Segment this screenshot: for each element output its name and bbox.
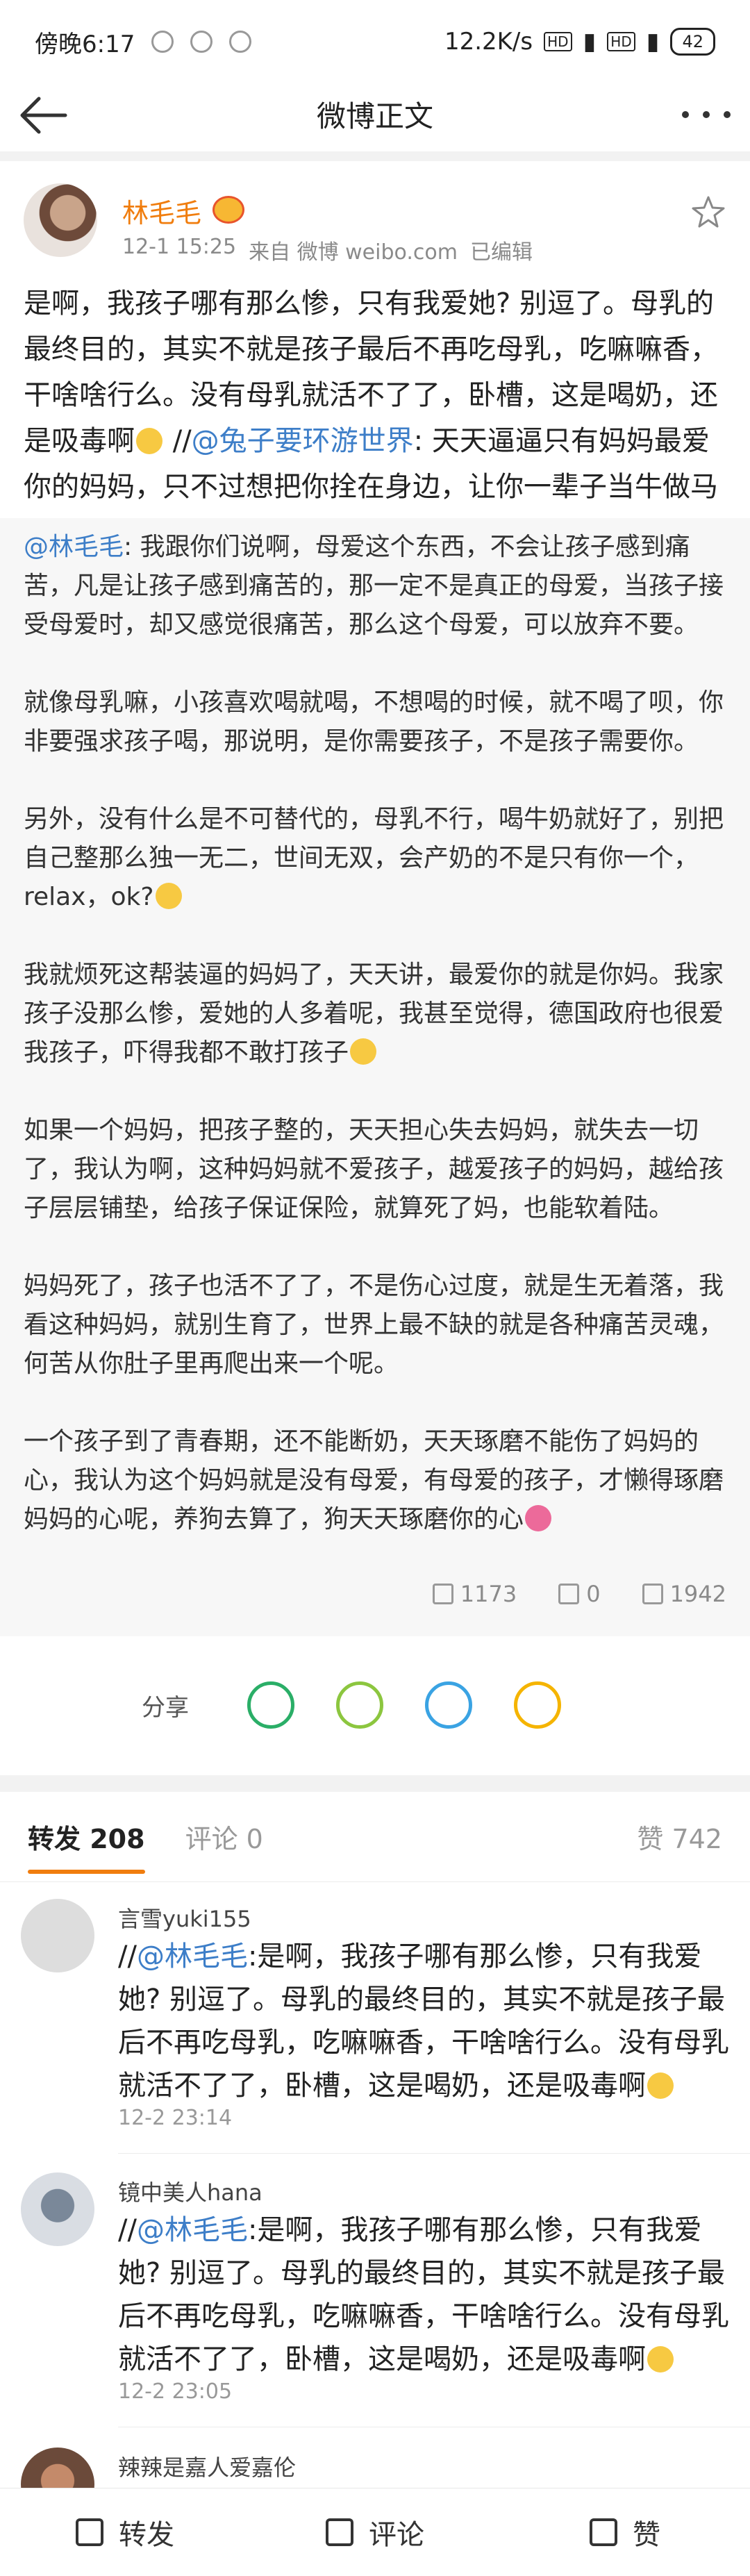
tab-like[interactable]: 赞 742 [637,1818,722,1856]
hd-icon: HD [544,32,572,51]
count-text: 1942 [669,1581,726,1607]
qzone-icon[interactable] [514,1681,561,1729]
quoted-paragraph: : 我跟你们说啊，母爱这个东西，不会让孩子感到痛苦，凡是让孩子感到痛苦的，那一定… [24,533,724,639]
status-time: 傍晚6:17 [35,30,135,58]
quoted-like-count[interactable]: 1942 [642,1581,726,1607]
back-arrow-icon[interactable] [19,96,68,135]
comment-label: 评论 [369,2519,424,2551]
quoted-paragraph: 另外，没有什么是不可替代的，母乳不行，喝牛奶就好了，别把自己整那么独一无二，世间… [24,805,724,911]
user-name[interactable]: 辣辣是嘉人爱嘉伦 [118,2450,296,2482]
emoji-icon [155,883,182,909]
post-source: 来自 微博 weibo.com [249,240,458,265]
quoted-post[interactable]: @林毛毛: 我跟你们说啊，母爱这个东西，不会让孩子感到痛苦，凡是让孩子感到痛苦的… [0,518,750,1636]
section-divider [0,1775,750,1792]
vip-badge-icon [212,196,244,224]
avatar[interactable] [21,1899,94,1972]
author-name[interactable]: 林毛毛 [122,192,201,230]
post-text: 是啊，我孩子哪有那么惨，只有我爱她? 别逗了。母乳的最终目的，其实不就是孩子最后… [24,281,726,510]
edited-label: 已编辑 [469,240,533,265]
mention-link[interactable]: @兔子要环游世界 [192,425,414,457]
signal-icon: ▮ [583,28,597,56]
quoted-paragraph: 就像母乳嘛，小孩喜欢喝就喝，不想喝的时候，就不喝了呗，你非要强求孩子喝，那说明，… [24,688,724,756]
section-divider [0,151,750,161]
tab-repost[interactable]: 转发 208 [28,1818,145,1874]
comment-text: //@林毛毛:是啊，我孩子哪有那么惨，只有我爱她? 别逗了。母乳的最终目的，其实… [118,1935,729,2107]
comment-icon [558,1584,580,1604]
like-label: 赞 [633,2519,660,2551]
status-bar: 傍晚6:17 12.2K/s HD ▮ HD ▮ 42 [0,0,750,83]
share-row: 分享 [0,1653,750,1757]
emoji-icon [647,2072,674,2099]
quoted-paragraph: 一个孩子到了青春期，还不能断奶，天天琢磨不能伤了妈妈的心，我认为这个妈妈就是没有… [24,1427,724,1534]
avatar[interactable] [21,2172,94,2246]
comment-text: //@林毛毛:是啊，我孩子哪有那么惨，只有我爱她? 别逗了。母乳的最终目的，其实… [118,2209,729,2381]
divider [118,2153,750,2154]
comment-button[interactable]: 评论 [250,2488,500,2576]
favorite-star-icon[interactable] [690,194,726,231]
quoted-text: @林毛毛: 我跟你们说啊，母爱这个东西，不会让孩子感到痛苦，凡是让孩子感到痛苦的… [24,528,726,1578]
post-meta: 12-1 15:25 来自 微博 weibo.com 已编辑 [122,235,533,265]
app-notification-icon [190,31,213,53]
like-icon [590,2518,617,2546]
user-name[interactable]: 镜中美人hana [118,2175,262,2207]
heart-emoji-icon [525,1505,552,1531]
quoted-stats: 1173 0 1942 [432,1581,726,1607]
repost-separator: // [164,425,192,457]
comment-time: 12-2 23:14 [118,2106,233,2130]
nav-bar: 微博正文 [0,76,750,153]
emoji-icon [136,428,162,454]
repost-label: 转发 [119,2519,174,2551]
battery-icon: 42 [670,28,715,56]
quoted-paragraph: 如果一个妈妈，把孩子整的，天天担心失去妈妈，就失去一切了，我认为啊，这种妈妈就不… [24,1116,724,1222]
emoji-icon [647,2346,674,2373]
page-title: 微博正文 [316,99,433,133]
comment-time: 12-2 23:05 [118,2379,233,2404]
mention-link[interactable]: @林毛毛 [137,1941,248,1972]
more-options-icon[interactable] [682,104,731,125]
hd-icon: HD [607,32,635,51]
bottom-action-bar: 转发 评论 赞 [0,2488,750,2576]
network-speed: 12.2K/s [444,28,533,56]
app-notification-icon [229,31,252,53]
comment-icon [326,2518,353,2546]
repost-button[interactable]: 转发 [0,2488,250,2576]
emoji-icon [350,1038,377,1065]
like-icon [642,1584,663,1604]
share-label: 分享 [142,1693,189,1722]
tab-comment[interactable]: 评论 0 [185,1818,263,1856]
repost-separator: // [118,1941,137,1972]
count-text: 0 [586,1581,601,1607]
qq-icon[interactable] [425,1681,472,1729]
post-date: 12-1 15:25 [122,235,237,259]
user-name[interactable]: 言雪yuki155 [118,1902,251,1934]
interaction-tabs: 转发 208 评论 0 赞 742 [0,1792,750,1882]
quoted-paragraph: 妈妈死了，孩子也活不了了，不是伤心过度，就是生无着落，我看这种妈妈，就别生育了，… [24,1272,724,1378]
wechat-icon[interactable] [247,1681,294,1729]
like-button[interactable]: 赞 [500,2488,750,2576]
app-notification-icon [151,31,174,53]
moments-icon[interactable] [336,1681,383,1729]
repost-icon [76,2518,103,2546]
repost-icon [432,1584,453,1604]
quoted-comment-count[interactable]: 0 [558,1581,601,1607]
mention-link[interactable]: @林毛毛 [137,2214,248,2246]
quoted-repost-count[interactable]: 1173 [432,1581,517,1607]
mention-link[interactable]: @林毛毛 [24,533,124,561]
avatar[interactable] [24,183,97,257]
count-text: 1173 [460,1581,517,1607]
signal-icon: ▮ [646,28,660,56]
repost-separator: // [118,2214,137,2246]
